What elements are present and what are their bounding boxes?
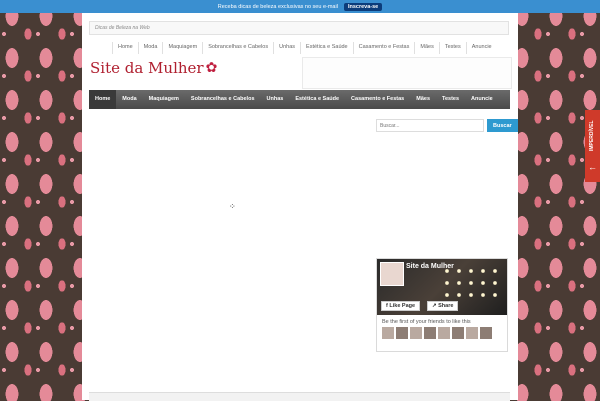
topnav-item-testes[interactable]: Testes <box>438 42 466 54</box>
avatar[interactable] <box>438 327 450 339</box>
subscribe-button[interactable]: Inscreva-se <box>343 2 383 11</box>
loading-spinner-icon: ⁘ <box>229 202 236 211</box>
avatar[interactable] <box>480 327 492 339</box>
arrow-left-icon: ← <box>588 162 597 172</box>
friends-like-text: Be the first of your friends to like thi… <box>382 319 471 325</box>
mainnav-item-unhas[interactable]: Unhas <box>261 90 290 109</box>
topnav-item-estetica[interactable]: Estética e Saúde <box>300 42 353 54</box>
mainnav-item-anuncie[interactable]: Anuncie <box>465 90 499 109</box>
top-navigation: Home Moda Maquiagem Sobrancelhas e Cabel… <box>112 42 497 54</box>
avatar[interactable] <box>452 327 464 339</box>
mainnav-item-sobrancelhas[interactable]: Sobrancelhas e Cabelos <box>185 90 261 109</box>
mainnav-item-moda[interactable]: Moda <box>116 90 142 109</box>
vanity-lights-image <box>441 265 501 301</box>
topnav-item-maquiagem[interactable]: Maquiagem <box>162 42 202 54</box>
facebook-page-name[interactable]: Site da Mulher <box>406 263 454 270</box>
mainnav-item-maquiagem[interactable]: Maquiagem <box>143 90 185 109</box>
topnav-item-anuncie[interactable]: Anuncie <box>465 42 497 54</box>
friend-avatars <box>377 327 507 339</box>
header-ad-slot <box>302 57 512 89</box>
search-input[interactable] <box>376 119 484 132</box>
avatar[interactable] <box>382 327 394 339</box>
rose-flower-icon: ✿ <box>205 60 218 76</box>
avatar[interactable] <box>396 327 408 339</box>
topnav-item-moda[interactable]: Moda <box>137 42 163 54</box>
avatar[interactable] <box>466 327 478 339</box>
page-avatar[interactable] <box>380 262 404 286</box>
share-button[interactable]: ↗ Share <box>427 301 459 311</box>
main-content: ⁘ <box>89 114 369 364</box>
topnav-item-unhas[interactable]: Unhas <box>273 42 300 54</box>
logo-text: Site da Mulher <box>90 59 204 77</box>
topnav-item-maes[interactable]: Mães <box>414 42 438 54</box>
facebook-page-widget: Site da Mulher f Like Page ↗ Share Be th… <box>376 258 508 352</box>
site-logo[interactable]: Site da Mulher ✿ <box>90 57 217 79</box>
search-button[interactable]: Buscar <box>487 119 518 132</box>
page-container: Dicas de Beleza na Web Home Moda Maquiag… <box>82 13 518 401</box>
share-label: Share <box>438 303 454 309</box>
avatar[interactable] <box>424 327 436 339</box>
facebook-cover-image: Site da Mulher f Like Page ↗ Share <box>377 259 507 315</box>
site-tagline: Dicas de Beleza na Web <box>95 25 150 31</box>
tagline-bar: Dicas de Beleza na Web <box>89 21 509 35</box>
newsletter-topbar: Receba dicas de beleza exclusivas no seu… <box>0 0 600 13</box>
mainnav-item-testes[interactable]: Testes <box>436 90 465 109</box>
avatar[interactable] <box>410 327 422 339</box>
topnav-item-casamento[interactable]: Casamento e Festas <box>352 42 415 54</box>
mainnav-item-maes[interactable]: Mães <box>410 90 436 109</box>
search-form: Buscar <box>376 119 518 132</box>
main-navigation: Home Moda Maquiagem Sobrancelhas e Cabel… <box>89 90 510 109</box>
side-tab-label: IMPERDÍVEL <box>589 120 595 152</box>
like-page-button[interactable]: f Like Page <box>381 301 421 311</box>
newsletter-message: Receba dicas de beleza exclusivas no seu… <box>217 3 338 10</box>
mainnav-item-casamento[interactable]: Casamento e Festas <box>345 90 410 109</box>
imperdivel-side-tab[interactable]: IMPERDÍVEL ← <box>585 110 600 182</box>
mainnav-item-estetica[interactable]: Estética e Saúde <box>289 90 345 109</box>
topnav-item-sobrancelhas[interactable]: Sobrancelhas e Cabelos <box>202 42 273 54</box>
like-page-label: Like Page <box>389 303 416 309</box>
topnav-item-home[interactable]: Home <box>112 42 138 54</box>
mainnav-item-home[interactable]: Home <box>89 90 117 109</box>
